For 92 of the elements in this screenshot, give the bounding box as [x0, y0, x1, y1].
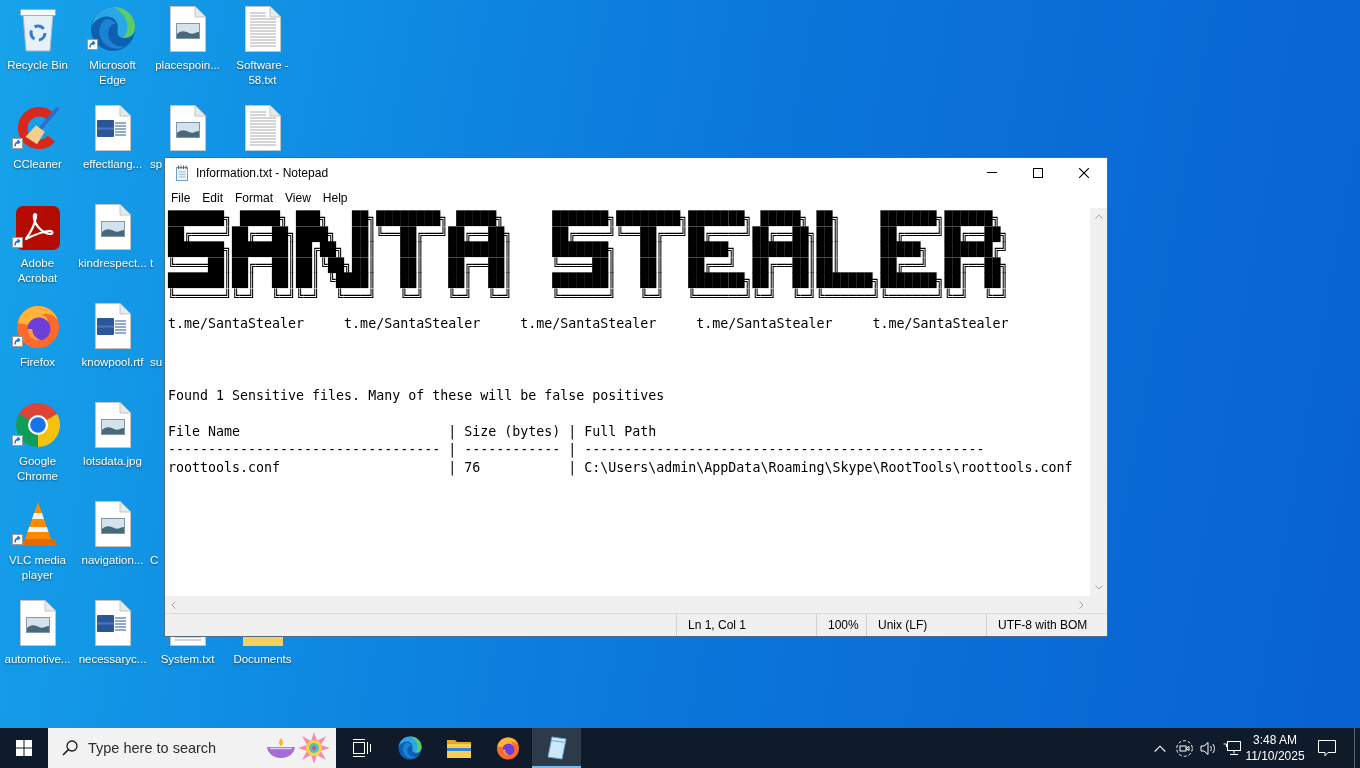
fox-globe-icon[interactable] [14, 303, 61, 349]
icon-label[interactable]: navigation... [81, 553, 144, 568]
notepad-icon[interactable] [546, 736, 567, 760]
status-text: 100% [828, 618, 859, 632]
flower-icon [298, 732, 330, 764]
icon-label[interactable]: VLC media player [0, 553, 75, 583]
dash-rule: ------------ [464, 441, 561, 459]
image-file-icon[interactable] [94, 204, 131, 250]
browser-logo-icon[interactable] [14, 402, 61, 448]
swirl-logo-icon[interactable] [397, 736, 422, 760]
search-input[interactable]: Type here to search [88, 740, 222, 756]
chat-bubble-icon[interactable] [1318, 739, 1336, 757]
notepad-icon [174, 164, 190, 181]
ascii-art-title: ███████╗ █████╗ ███╗ ██╗████████╗ █████╗ ███████╗████████╗███████╗ █████╗ ██╗ ███████╗██████╗ ██╔════╝██╔══██╗████╗ ██║╚══██╔══╝██╔══██╗ ██╔════╝╚══██╔══╝██╔════╝██╔══██╗██║ ██╔════╝██╔══██╗ ███████╗███████║██╔██╗ ██║ ██║ ███████║ ███████╗ ██║ █████╗ ███████║██║ █████╗ ██████╔╝ ╚════██║██╔══██║██║╚██╗██║ ██║ ██╔══██║ ╚════██║ ██║ ██╔══╝ ██╔══██║██║ ██╔══╝ ██╔══██╗ ███████║██║ ██║██║ ╚████║ ██║ ██║ ██║ ███████║ ██║ ███████╗██║ ██║███████╗███████╗██║ ██║ ╚══════╝╚═╝ ╚═╝╚═╝ ╚═══╝ ╚═╝ ╚═╝ ╚═╝ ╚══════╝ ╚═╝ ╚══════╝╚═╝ ╚═╝╚══════╝╚══════╝╚═╝ ╚═╝ [168, 211, 1009, 304]
menu-item[interactable]: Help [316, 188, 354, 207]
url-text: t.me/SantaStealer [168, 315, 305, 333]
icon-label[interactable]: su [150, 355, 163, 370]
traffic-cone-icon[interactable] [17, 501, 58, 547]
pipe-separator: | [568, 441, 577, 459]
task-view-icon[interactable] [350, 739, 371, 757]
summary-text: Found 1 Sensitive files. Many of these will be false positives [168, 387, 665, 405]
pdf-logo-icon[interactable] [15, 206, 60, 250]
icon-label[interactable]: Firefox [19, 355, 56, 370]
url-text: t.me/SantaStealer [344, 315, 481, 333]
menu-item[interactable]: Format [229, 188, 280, 207]
image-file-icon[interactable] [169, 6, 206, 52]
windows-logo-icon [16, 740, 32, 756]
icon-label[interactable]: necessaryc... [78, 652, 147, 667]
pipe-separator: | [568, 459, 577, 477]
word-document-icon[interactable] [94, 303, 131, 349]
minimize-icon [987, 172, 997, 173]
pipe-separator: | [568, 423, 577, 441]
text-file-icon[interactable] [244, 6, 281, 52]
pipe-separator: | [448, 441, 457, 459]
menu-item[interactable]: View [279, 188, 317, 207]
search-icon [62, 740, 78, 756]
speaker-icon[interactable] [1199, 740, 1217, 756]
column-header: Size (bytes) [464, 423, 561, 441]
search-panel[interactable]: Type here to search [48, 728, 336, 768]
menu-item[interactable]: File [165, 188, 197, 207]
image-file-icon[interactable] [19, 600, 56, 646]
icon-label[interactable]: Software - 58.txt [225, 58, 300, 88]
icon-label[interactable]: Documents [233, 652, 292, 667]
pipe-separator: | [448, 459, 457, 477]
folder-icon[interactable] [446, 738, 471, 758]
icon-label[interactable]: CCleaner [13, 157, 62, 172]
column-header: File Name [168, 423, 241, 441]
text-file-icon[interactable] [244, 105, 281, 151]
taskbar-button[interactable] [532, 728, 581, 768]
url-text: t.me/SantaStealer [872, 315, 1009, 333]
image-file-icon[interactable] [94, 501, 131, 547]
dash-rule: -------------------------------------------------- [584, 441, 985, 459]
close-icon [1079, 167, 1089, 178]
icon-label[interactable]: placespoin... [155, 58, 220, 73]
swirl-logo-icon[interactable] [89, 6, 136, 52]
icon-label[interactable]: Microsoft Edge [75, 58, 150, 88]
icon-label[interactable]: kindrespect... [78, 256, 147, 271]
camera-icon[interactable] [1175, 739, 1193, 757]
pipe-separator: | [448, 423, 457, 441]
icon-label[interactable]: knowpool.rtf [81, 355, 144, 370]
status-text: Ln 1, Col 1 [688, 618, 747, 632]
maximize-icon [1033, 167, 1043, 178]
window-title: Information.txt - Notepad [196, 165, 329, 180]
icon-label[interactable]: automotive... [4, 652, 71, 667]
word-document-icon[interactable] [94, 600, 131, 646]
monitor-icon[interactable] [1223, 740, 1241, 756]
status-text: Unix (LF) [878, 618, 928, 632]
status-text: UTF-8 with BOM [998, 618, 1088, 632]
icon-label[interactable]: lotsdata.jpg [83, 454, 142, 469]
url-text: t.me/SantaStealer [696, 315, 833, 333]
icon-label[interactable]: Recycle Bin [7, 58, 68, 73]
image-file-icon[interactable] [169, 105, 206, 151]
recycle-bin-icon[interactable] [18, 6, 57, 52]
icon-label[interactable]: effectlang... [82, 157, 143, 172]
table-cell: 76 [464, 459, 481, 477]
table-cell: roottools.conf [168, 459, 281, 477]
column-header: Full Path [584, 423, 657, 441]
fox-globe-icon[interactable] [495, 736, 520, 760]
table-cell: C:\Users\admin\AppData\Roaming\Skype\RootTools\roottools.conf [584, 459, 1073, 477]
icon-label[interactable]: C [150, 553, 159, 568]
icon-label[interactable]: t [150, 256, 154, 271]
oil-lamp-icon [266, 737, 296, 759]
menu-item[interactable]: Edit [196, 188, 230, 207]
icon-label[interactable]: System.txt [160, 652, 215, 667]
icon-label[interactable]: sp [150, 157, 163, 172]
icon-label[interactable]: Google Chrome [0, 454, 75, 484]
clock-button[interactable]: 3:48 AM 11/10/2025 [1244, 728, 1306, 768]
dash-rule: ---------------------------------- [168, 441, 441, 459]
url-text: t.me/SantaStealer [520, 315, 657, 333]
icon-label[interactable]: Adobe Acrobat [0, 256, 75, 286]
image-file-icon[interactable] [94, 402, 131, 448]
word-document-icon[interactable] [94, 105, 131, 151]
